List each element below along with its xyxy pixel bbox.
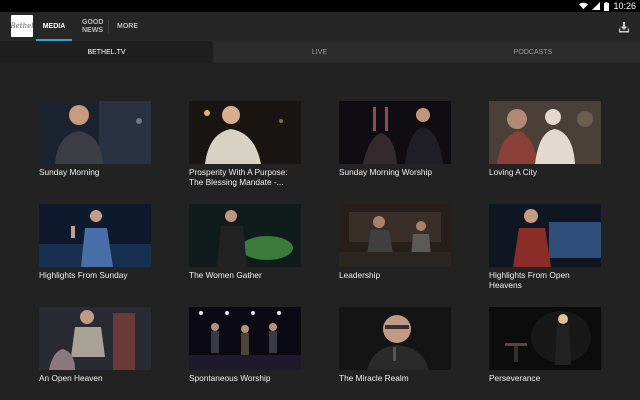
video-card[interactable]: An Open Heaven [39,307,151,400]
video-thumbnail [489,101,601,164]
video-title: Sunday Morning Worship [339,167,433,177]
video-card[interactable]: Highlights From Open Heavens [489,204,601,307]
download-button[interactable] [618,20,630,33]
video-thumbnail [189,204,301,267]
video-thumbnail [189,101,301,164]
video-card[interactable]: Highlights From Sunday [39,204,151,307]
download-icon [619,22,629,33]
tab-podcasts-label: PODCASTS [513,48,553,56]
video-card[interactable]: Spontaneous Worship [189,307,301,400]
video-title: Prosperity With A Purpose: The Blessing … [189,167,288,187]
video-thumbnail [39,307,151,370]
video-card[interactable]: Perseverance [489,307,601,400]
video-card[interactable]: The Miracle Realm [339,307,451,400]
video-thumbnail [39,204,151,267]
tab-live[interactable]: LIVE [213,41,426,63]
nav-more[interactable]: MORE [109,12,145,41]
nav-media[interactable]: MEDIA [36,12,72,41]
video-thumbnail [489,307,601,370]
video-thumbnail [189,307,301,370]
tab-bethel-tv[interactable]: BETHEL.TV [0,41,213,63]
video-card[interactable]: Sunday Morning [39,101,151,204]
tab-podcasts[interactable]: PODCASTS [426,41,640,63]
video-title: Highlights From Open Heavens [489,270,570,290]
video-grid: Sunday Morning Prosperity With A Purpose… [39,101,601,400]
nav-more-label: MORE [117,22,138,30]
video-card[interactable]: Prosperity With A Purpose: The Blessing … [189,101,301,204]
video-thumbnail [489,204,601,267]
video-title: An Open Heaven [39,373,103,383]
video-title: Leadership [339,270,381,280]
nav-good-news-label: GOOD NEWS [82,18,104,34]
video-thumbnail [339,204,451,267]
top-nav: MEDIA GOOD NEWS MORE [36,12,145,41]
cellular-signal-icon [592,2,601,10]
tab-bethel-tv-label: BETHEL.TV [87,48,126,56]
video-card[interactable]: The Women Gather [189,204,301,307]
video-thumbnail [339,307,451,370]
tab-live-label: LIVE [311,48,328,56]
section-tabs: BETHEL.TV LIVE PODCASTS [0,41,640,63]
clock: 10:26 [613,1,636,11]
video-card[interactable]: Loving A City [489,101,601,204]
video-thumbnail [39,101,151,164]
logo-text: Bethel [11,22,33,30]
bethel-logo[interactable]: Bethel [11,15,33,37]
battery-icon [604,1,610,11]
video-title: The Women Gather [189,270,262,280]
status-icons: 10:26 [579,0,636,12]
video-title: The Miracle Realm [339,373,409,383]
nav-good-news[interactable]: GOOD NEWS [72,12,108,41]
video-title: Spontaneous Worship [189,373,271,383]
video-title: Loving A City [489,167,537,177]
video-content: Sunday Morning Prosperity With A Purpose… [0,63,640,400]
video-card[interactable]: Leadership [339,204,451,307]
status-bar: 10:26 [0,0,640,12]
video-card[interactable]: Sunday Morning Worship [339,101,451,204]
video-title: Sunday Morning [39,167,100,177]
nav-media-label: MEDIA [42,22,66,30]
video-title: Perseverance [489,373,541,383]
app-bar: Bethel MEDIA GOOD NEWS MORE [0,12,640,41]
video-thumbnail [339,101,451,164]
video-title: Highlights From Sunday [39,270,128,280]
wifi-icon [579,2,589,10]
